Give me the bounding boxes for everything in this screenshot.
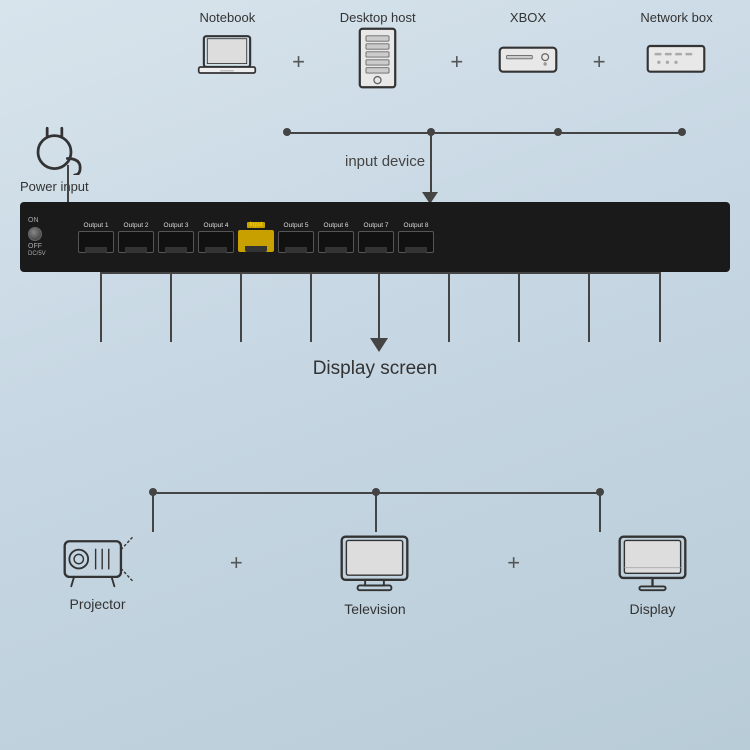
power-input-section: Power input bbox=[20, 120, 89, 194]
port-output6-label: Output 6 bbox=[324, 222, 349, 229]
xbox-device: XBOX bbox=[498, 10, 558, 83]
display-label: Display bbox=[630, 601, 676, 617]
port-output1-label: Output 1 bbox=[84, 222, 109, 229]
input-horiz-line bbox=[286, 132, 682, 134]
notebook-device: Notebook bbox=[197, 10, 257, 83]
port-output3-label: Output 3 bbox=[164, 222, 189, 229]
hdmi-port-output8[interactable] bbox=[398, 231, 434, 253]
plus-out-1: + bbox=[230, 550, 243, 576]
port-output5-label: Output 5 bbox=[284, 222, 309, 229]
hdmi-port-output2[interactable] bbox=[118, 231, 154, 253]
hdmi-port-output4[interactable] bbox=[198, 231, 234, 253]
power-icon bbox=[27, 120, 82, 175]
vert-to-television bbox=[375, 492, 377, 532]
xbox-label: XBOX bbox=[510, 10, 546, 25]
port-output4: Output 4 bbox=[198, 222, 234, 253]
hdmi-port-output5[interactable] bbox=[278, 231, 314, 253]
output-devices-row: Projector + Television + bbox=[60, 530, 690, 617]
port-output8-label: Output 8 bbox=[404, 222, 429, 229]
notebook-icon bbox=[197, 33, 257, 83]
device-left-panel: ON OFF DC/5V bbox=[28, 217, 70, 258]
display-icon bbox=[615, 530, 690, 595]
network-box-icon bbox=[646, 33, 706, 83]
port-output6: Output 6 bbox=[318, 222, 354, 253]
port-output5: Output 5 bbox=[278, 222, 314, 253]
vert-to-display bbox=[599, 492, 601, 532]
port-output2-label: Output 2 bbox=[124, 222, 149, 229]
plus-3: + bbox=[593, 49, 606, 75]
hdmi-port-input[interactable] bbox=[238, 230, 274, 252]
hdmi-port-output3[interactable] bbox=[158, 231, 194, 253]
vert-line-input bbox=[430, 132, 432, 194]
hdmi-splitter: ON OFF DC/5V Output 1 Output 2 Output 3 … bbox=[20, 202, 730, 272]
network-box-device: Network box bbox=[640, 10, 712, 83]
hdmi-port-output6[interactable] bbox=[318, 231, 354, 253]
input-devices-row: Notebook + Desktop host bbox=[180, 10, 730, 83]
hdmi-port-output7[interactable] bbox=[358, 231, 394, 253]
television-icon bbox=[337, 530, 412, 595]
dc-label: DC/5V bbox=[28, 251, 46, 257]
power-input-label: Power input bbox=[20, 179, 89, 194]
network-box-label: Network box bbox=[640, 10, 712, 25]
plus-out-2: + bbox=[507, 550, 520, 576]
display-screen-label: Display screen bbox=[0, 358, 750, 380]
vert-out-4 bbox=[310, 272, 312, 342]
vert-out-2 bbox=[170, 272, 172, 342]
plus-2: + bbox=[450, 49, 463, 75]
port-output3: Output 3 bbox=[158, 222, 194, 253]
notebook-label: Notebook bbox=[200, 10, 256, 25]
vert-out-6 bbox=[448, 272, 450, 342]
vert-out-9 bbox=[659, 272, 661, 342]
vert-out-5 bbox=[378, 272, 380, 342]
input-device-label: input device bbox=[345, 153, 425, 170]
port-input-label: Input bbox=[247, 222, 264, 228]
television-device: Television bbox=[337, 530, 412, 617]
desktop-icon bbox=[348, 33, 408, 83]
vert-out-7 bbox=[518, 272, 520, 342]
display-device: Display bbox=[615, 530, 690, 617]
on-label: ON bbox=[28, 217, 39, 225]
power-knob[interactable] bbox=[28, 227, 42, 241]
projector-icon bbox=[60, 530, 135, 590]
vert-out-1 bbox=[100, 272, 102, 342]
television-label: Television bbox=[344, 601, 405, 617]
vert-to-projector bbox=[152, 492, 154, 532]
dot-right bbox=[678, 128, 686, 136]
port-output7: Output 7 bbox=[358, 222, 394, 253]
desktop-label: Desktop host bbox=[340, 10, 416, 25]
off-label: OFF bbox=[28, 243, 42, 251]
arrow-down-display bbox=[370, 338, 388, 352]
projector-device: Projector bbox=[60, 530, 135, 612]
vert-out-3 bbox=[240, 272, 242, 342]
output-horiz-line bbox=[100, 272, 660, 274]
dot-left bbox=[283, 128, 291, 136]
port-output4-label: Output 4 bbox=[204, 222, 229, 229]
desktop-device: Desktop host bbox=[340, 10, 416, 83]
vert-out-8 bbox=[588, 272, 590, 342]
projector-label: Projector bbox=[69, 596, 125, 612]
port-input: Input bbox=[238, 222, 274, 252]
plus-1: + bbox=[292, 49, 305, 75]
diagram: Notebook + Desktop host bbox=[0, 0, 750, 750]
port-output8: Output 8 bbox=[398, 222, 434, 253]
port-output1: Output 1 bbox=[78, 222, 114, 253]
dot-mid2 bbox=[554, 128, 562, 136]
port-output2: Output 2 bbox=[118, 222, 154, 253]
hdmi-port-output1[interactable] bbox=[78, 231, 114, 253]
xbox-icon bbox=[498, 33, 558, 83]
port-output7-label: Output 7 bbox=[364, 222, 389, 229]
